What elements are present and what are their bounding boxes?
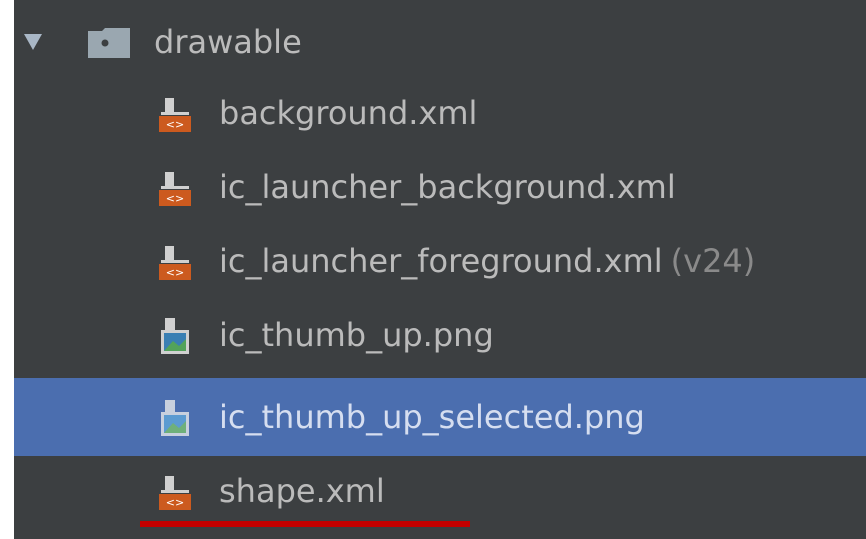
project-tree-panel: drawable <> background.xml <> ic_launche… — [14, 0, 866, 539]
xml-file-icon: <> — [159, 172, 191, 206]
file-label: ic_thumb_up.png — [219, 316, 494, 354]
image-file-icon — [161, 400, 189, 436]
file-label: ic_launcher_foreground.xml (v24) — [219, 242, 756, 280]
svg-text:<>: <> — [166, 192, 184, 205]
image-file-icon — [161, 318, 189, 354]
xml-file-icon: <> — [159, 246, 191, 280]
version-qualifier: (v24) — [670, 242, 756, 280]
tree-file-background-xml[interactable]: <> background.xml — [14, 78, 866, 148]
tree-folder-drawable[interactable]: drawable — [14, 6, 866, 78]
tree-file-ic-thumb-up-png[interactable]: ic_thumb_up.png — [14, 300, 866, 370]
svg-text:<>: <> — [166, 118, 184, 131]
tree-file-ic-launcher-foreground-xml[interactable]: <> ic_launcher_foreground.xml (v24) — [14, 226, 866, 296]
svg-text:<>: <> — [166, 496, 184, 509]
file-label: shape.xml — [219, 472, 385, 510]
tree-file-ic-launcher-background-xml[interactable]: <> ic_launcher_background.xml — [14, 152, 866, 222]
tree-file-ic-thumb-up-selected-png[interactable]: ic_thumb_up_selected.png — [14, 378, 866, 456]
file-label: background.xml — [219, 94, 478, 132]
xml-file-icon: <> — [159, 476, 191, 510]
annotation-underline — [140, 521, 470, 527]
svg-text:<>: <> — [166, 266, 184, 279]
folder-icon — [88, 28, 130, 58]
file-label: ic_thumb_up_selected.png — [219, 398, 645, 436]
file-label: ic_launcher_background.xml — [219, 168, 676, 206]
xml-file-icon: <> — [159, 98, 191, 132]
folder-label: drawable — [154, 23, 302, 61]
chevron-down-icon[interactable] — [24, 34, 42, 50]
